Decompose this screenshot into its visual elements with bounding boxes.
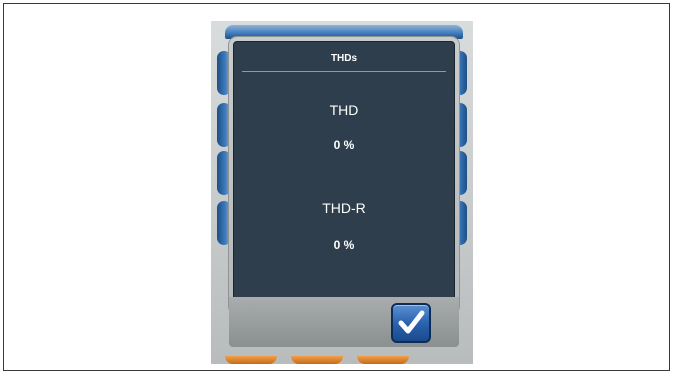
thd-dialog: THDs THD 0 % THD-R 0 % <box>229 37 459 314</box>
title-divider <box>242 71 446 72</box>
thd-value: 0 % <box>333 138 355 152</box>
thd-r-label: THD-R <box>322 200 366 216</box>
instrument-screen: THDs THD 0 % THD-R 0 % <box>211 21 473 364</box>
thd-r-value: 0 % <box>333 238 355 252</box>
checkmark-icon <box>398 310 425 334</box>
thd-label: THD <box>329 102 359 118</box>
confirm-button[interactable] <box>391 303 431 343</box>
background-bottom-tab-3 <box>357 356 409 364</box>
thd-dialog-body: THDs THD 0 % THD-R 0 % <box>233 41 455 310</box>
background-bottom-tab-1 <box>225 356 277 364</box>
screenshot-frame: THDs THD 0 % THD-R 0 % <box>3 3 670 371</box>
dialog-title: THDs <box>330 53 358 64</box>
background-bottom-tab-2 <box>291 356 343 364</box>
